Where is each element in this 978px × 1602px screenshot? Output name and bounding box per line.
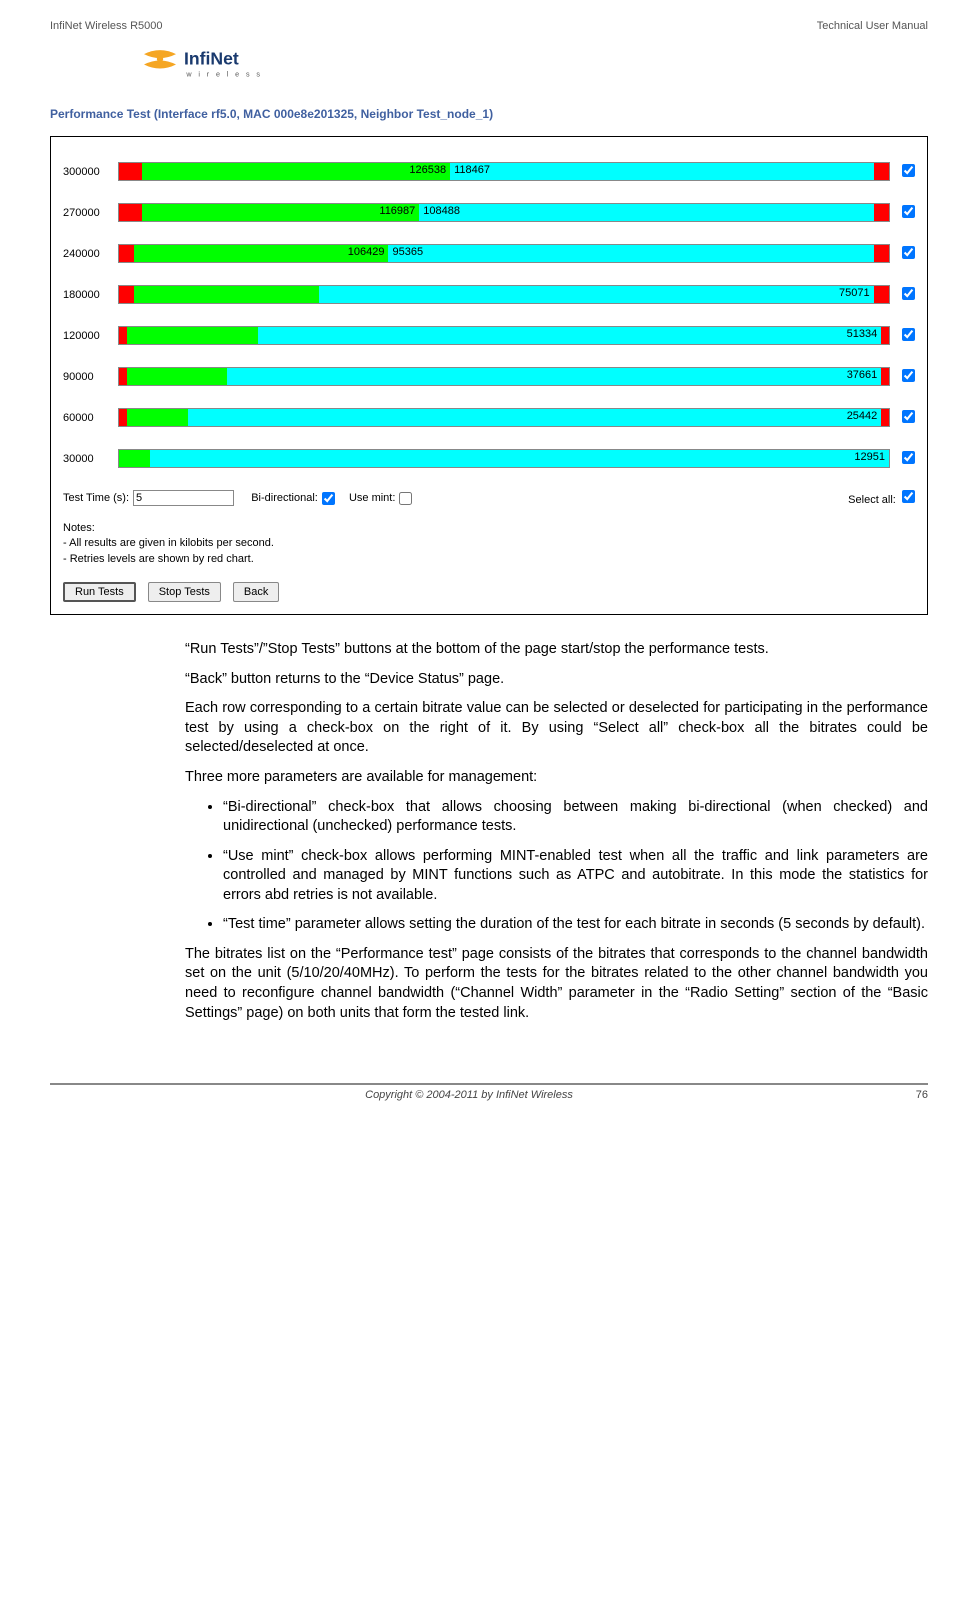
stop-tests-button[interactable]: Stop Tests — [148, 582, 221, 602]
bar-track: 116987 108488 — [118, 203, 890, 222]
svg-text:w i r e l e s s: w i r e l e s s — [185, 70, 262, 79]
bar-track: 106429 95365 — [118, 244, 890, 263]
bar-label: 30000 — [63, 453, 118, 465]
bar-label: 240000 — [63, 248, 118, 260]
notes-heading: Notes: — [63, 521, 915, 536]
use-mint-label: Use mint: — [349, 492, 395, 504]
test-time-label: Test Time (s): — [63, 492, 129, 504]
row-checkbox[interactable] — [902, 451, 915, 464]
bar-value-2: 25442 — [847, 410, 878, 422]
bar-row: 1800008054575071 — [63, 285, 915, 304]
svg-text:InfiNet: InfiNet — [184, 49, 239, 69]
list-item: “Bi-directional” check-box that allows c… — [223, 798, 928, 837]
bar-value-2: 75071 — [839, 287, 870, 299]
list-item: “Use mint” check-box allows performing M… — [223, 847, 928, 906]
paragraph: “Run Tests”/”Stop Tests” buttons at the … — [185, 640, 928, 660]
footer-copyright: Copyright © 2004-2011 by InfiNet Wireles… — [50, 1089, 888, 1101]
bar-value-2: 51334 — [847, 328, 878, 340]
bar-row: 600002795825442 — [63, 408, 915, 427]
row-checkbox[interactable] — [902, 328, 915, 341]
bar-row: 1200005614951334 — [63, 326, 915, 345]
notes-block: Notes: - All results are given in kilobi… — [63, 521, 915, 567]
notes-line2: - Retries levels are shown by red chart. — [63, 552, 915, 567]
bar-value-2: 37661 — [847, 369, 878, 381]
bar-track: 126538 118467 — [118, 162, 890, 181]
performance-chart: 300000 126538 118467 270000 116987 108488 2400… — [50, 136, 928, 615]
bar-label: 300000 — [63, 166, 118, 178]
paragraph: “Back” button returns to the “Device Sta… — [185, 670, 928, 690]
logo: InfiNet w i r e l e s s — [140, 42, 928, 92]
select-all-label: Select all: — [848, 494, 896, 506]
bar-row: 300001365412951 — [63, 449, 915, 468]
bar-row: 300000 126538 118467 — [63, 162, 915, 181]
bar-value-2: 118467 — [454, 164, 490, 176]
bar-row: 900004246837661 — [63, 367, 915, 386]
list-item: “Test time” parameter allows setting the… — [223, 915, 928, 935]
button-row: Run Tests Stop Tests Back — [63, 582, 915, 602]
use-mint-checkbox[interactable] — [399, 492, 412, 505]
bar-value-2: 108488 — [423, 205, 460, 217]
row-checkbox[interactable] — [902, 369, 915, 382]
bidirectional-checkbox[interactable] — [322, 492, 335, 505]
run-tests-button[interactable]: Run Tests — [63, 582, 136, 602]
chart-title: Performance Test (Interface rf5.0, MAC 0… — [50, 107, 928, 121]
paragraph: Three more parameters are available for … — [185, 768, 928, 788]
test-time-input[interactable] — [133, 490, 234, 506]
footer: Copyright © 2004-2011 by InfiNet Wireles… — [50, 1083, 928, 1101]
row-checkbox[interactable] — [902, 205, 915, 218]
footer-page-number: 76 — [888, 1089, 928, 1101]
bar-value-2: 95365 — [392, 246, 423, 258]
row-checkbox[interactable] — [902, 246, 915, 259]
notes-line1: - All results are given in kilobits per … — [63, 536, 915, 551]
bar-track: 2795825442 — [118, 408, 890, 427]
bar-row: 270000 116987 108488 — [63, 203, 915, 222]
bar-label: 120000 — [63, 330, 118, 342]
bar-label: 90000 — [63, 371, 118, 383]
bar-value-1: 106429 — [348, 246, 385, 258]
row-checkbox[interactable] — [902, 164, 915, 177]
bar-value-1: 126538 — [409, 164, 446, 176]
bar-value-2: 12951 — [854, 451, 885, 463]
page-header: InfiNet Wireless R5000 Technical User Ma… — [50, 20, 928, 32]
bidirectional-label: Bi-directional: — [251, 492, 318, 504]
bar-track: 1365412951 — [118, 449, 890, 468]
row-checkbox[interactable] — [902, 410, 915, 423]
bar-track: 4246837661 — [118, 367, 890, 386]
bar-track: 8054575071 — [118, 285, 890, 304]
header-right: Technical User Manual — [817, 20, 928, 32]
paragraph: Each row corresponding to a certain bitr… — [185, 699, 928, 758]
select-all-checkbox[interactable] — [902, 490, 915, 503]
bar-track: 5614951334 — [118, 326, 890, 345]
bar-label: 180000 — [63, 289, 118, 301]
bar-label: 60000 — [63, 412, 118, 424]
paragraph: The bitrates list on the “Performance te… — [185, 945, 928, 1023]
body-text: “Run Tests”/”Stop Tests” buttons at the … — [185, 640, 928, 1023]
header-left: InfiNet Wireless R5000 — [50, 20, 163, 32]
bar-label: 270000 — [63, 207, 118, 219]
row-checkbox[interactable] — [902, 287, 915, 300]
back-button[interactable]: Back — [233, 582, 279, 602]
controls-row: Test Time (s): Bi-directional: Use mint:… — [63, 490, 915, 506]
bar-row: 240000 106429 95365 — [63, 244, 915, 263]
bar-value-1: 116987 — [379, 205, 415, 217]
